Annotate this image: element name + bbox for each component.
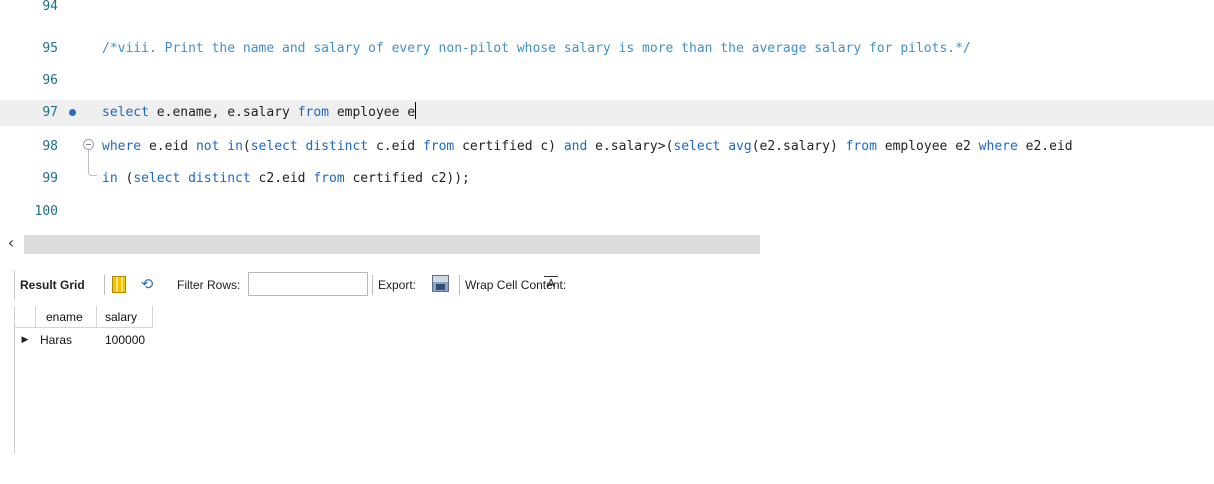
- scroll-left-arrow-icon[interactable]: ‹: [4, 234, 18, 252]
- sql-keyword: not in: [195, 139, 243, 154]
- sql-editor[interactable]: 94 95 /*viii. Print the name and salary of…: [0, 0, 1214, 228]
- sql-text: c2.eid: [250, 171, 314, 186]
- sql-keyword: in: [102, 171, 118, 186]
- toolbar-separator: [459, 275, 460, 295]
- toolbar-left-border: [14, 270, 15, 300]
- grid-layout-icon[interactable]: [112, 276, 126, 293]
- editor-line[interactable]: 96: [0, 68, 1214, 94]
- sql-text: e.eid: [141, 139, 196, 154]
- code-text[interactable]: in (select distinct c2.eid from certifie…: [102, 166, 470, 192]
- table-cell-ename[interactable]: Haras: [36, 329, 97, 351]
- column-header-ename[interactable]: ename: [36, 306, 97, 328]
- scroll-thumb[interactable]: [24, 235, 760, 254]
- sql-keyword: select distinct: [250, 139, 369, 154]
- current-row-marker-icon: ▶: [21, 335, 29, 345]
- sql-keyword: select avg: [673, 139, 752, 154]
- line-number: 99: [42, 171, 58, 186]
- sql-text: (e2.salary): [751, 139, 846, 154]
- refresh-icon[interactable]: ⟲: [138, 275, 156, 293]
- code-text[interactable]: where e.eid not in(select distinct c.eid…: [102, 134, 1073, 160]
- sql-text: (: [242, 139, 251, 154]
- code-text[interactable]: /*viii. Print the name and salary of eve…: [102, 36, 971, 62]
- sql-keyword: where: [978, 139, 1018, 154]
- toolbar-separator: [104, 275, 105, 295]
- column-header-salary[interactable]: salary: [97, 306, 153, 328]
- fold-collapse-icon[interactable]: [83, 139, 94, 150]
- table-cell-salary[interactable]: 100000: [97, 329, 153, 351]
- sql-text: employee e: [329, 105, 416, 120]
- sql-comment: /*viii. Print the name and salary of eve…: [102, 41, 971, 56]
- statement-marker-icon[interactable]: [69, 109, 76, 116]
- row-header-corner: [14, 306, 36, 328]
- sql-keyword: from: [313, 171, 345, 186]
- sql-text: c.eid: [368, 139, 423, 154]
- sql-text: (: [117, 171, 134, 186]
- sql-keyword: from: [845, 139, 877, 154]
- fold-end-guide: [88, 166, 97, 176]
- sql-keyword: select: [102, 105, 149, 120]
- sql-keyword: from: [297, 105, 329, 120]
- line-number: 95: [42, 41, 58, 56]
- toolbar-separator: [372, 275, 373, 295]
- wrap-cell-icon[interactable]: A: [544, 276, 558, 291]
- sql-keyword: and: [563, 139, 588, 154]
- line-number: 94: [42, 0, 58, 14]
- editor-horizontal-scrollbar[interactable]: ‹: [0, 232, 1214, 256]
- result-grid-tab[interactable]: Result Grid: [20, 277, 85, 293]
- line-number: 98: [42, 139, 58, 154]
- sql-text: employee e2: [876, 139, 979, 154]
- editor-line[interactable]: 97 select e.ename, e.salary from employee…: [0, 100, 1214, 126]
- text-cursor: [415, 102, 417, 119]
- line-number: 96: [42, 73, 58, 88]
- sql-text: e.ename, e.salary: [148, 105, 298, 120]
- sql-keyword: where: [102, 139, 142, 154]
- editor-line[interactable]: 100: [0, 199, 1214, 225]
- result-toolbar: Result Grid ⟲ Filter Rows: Export: Wrap …: [14, 270, 1214, 300]
- sql-text: e2.eid: [1017, 139, 1073, 154]
- sql-text: certified c2));: [344, 171, 470, 186]
- code-text[interactable]: select e.ename, e.salary from employee e: [102, 100, 417, 126]
- sql-text: e.salary>(: [587, 139, 674, 154]
- editor-line[interactable]: 99 in (select distinct c2.eid from certif…: [0, 166, 1214, 192]
- line-number: 97: [42, 105, 58, 120]
- sql-keyword: from: [422, 139, 455, 154]
- editor-line[interactable]: 95 /*viii. Print the name and salary of e…: [0, 36, 1214, 62]
- filter-rows-input[interactable]: [248, 272, 368, 296]
- editor-line[interactable]: 94: [0, 0, 1214, 20]
- line-number: 100: [34, 204, 58, 219]
- editor-line[interactable]: 98 where e.eid not in(select distinct c.e…: [0, 134, 1214, 170]
- sql-text: certified c): [454, 139, 564, 154]
- sql-keyword: select distinct: [133, 171, 251, 186]
- filter-rows-label: Filter Rows:: [177, 278, 241, 292]
- export-label: Export:: [378, 278, 417, 292]
- export-icon[interactable]: [432, 275, 449, 292]
